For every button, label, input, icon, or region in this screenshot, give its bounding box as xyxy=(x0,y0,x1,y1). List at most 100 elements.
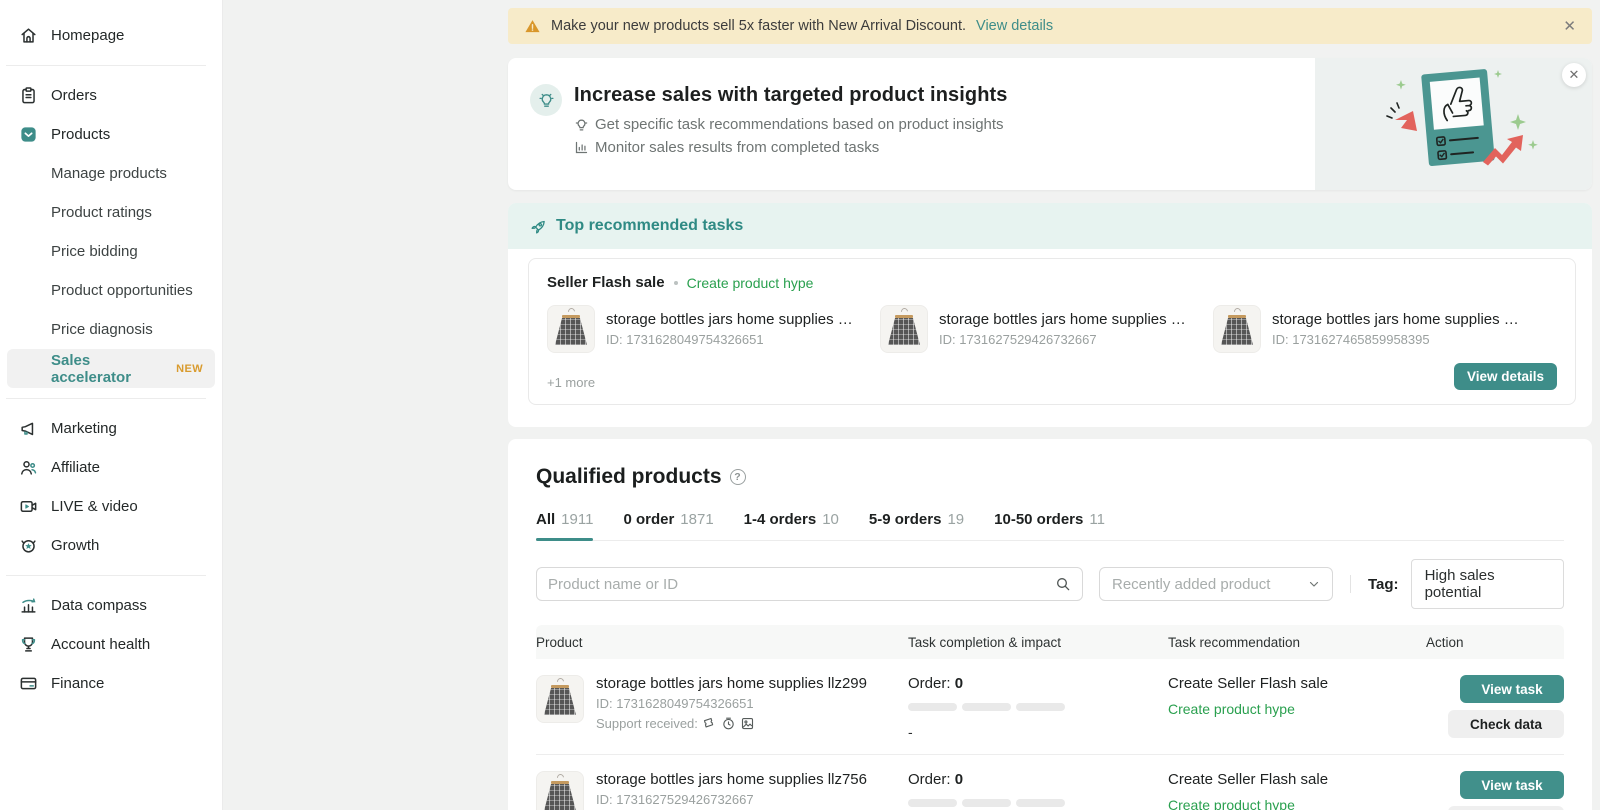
qualified-products-title: Qualified products xyxy=(536,465,722,489)
sidebar-item-product-ratings[interactable]: Product ratings xyxy=(0,193,222,232)
sidebar-item-label: Homepage xyxy=(51,27,124,44)
sidebar-item-label: Data compass xyxy=(51,597,147,614)
order-label: Order: xyxy=(908,771,951,788)
tab-5-9-orders[interactable]: 5-9 orders 19 xyxy=(869,511,964,540)
product-search-box xyxy=(536,567,1083,601)
close-icon[interactable]: ✕ xyxy=(1562,63,1586,87)
product-id: ID: 1731627529426732667 xyxy=(596,792,867,807)
recommendation-secondary-link[interactable]: Create product hype xyxy=(1168,701,1426,717)
banner-view-details-link[interactable]: View details xyxy=(976,18,1053,34)
sidebar-item-manage-products[interactable]: Manage products xyxy=(0,154,222,193)
recommendation-primary: Create Seller Flash sale xyxy=(1168,675,1426,692)
product-thumbnail xyxy=(547,305,595,353)
top-recommended-tasks-section: Top recommended tasks Seller Flash sale … xyxy=(508,203,1592,427)
tab-1-4-orders[interactable]: 1-4 orders 10 xyxy=(744,511,839,540)
sidebar-item-label: Finance xyxy=(51,675,104,692)
sidebar: Homepage Orders Products Manage products… xyxy=(0,0,223,810)
search-icon[interactable] xyxy=(1055,576,1071,592)
task-completion-cell: Order: 0 - xyxy=(908,675,1168,740)
tab-10-50-orders[interactable]: 10-50 orders 11 xyxy=(994,511,1105,540)
image-icon xyxy=(740,716,755,731)
sidebar-item-homepage[interactable]: Homepage xyxy=(0,16,222,55)
sidebar-item-label: Product ratings xyxy=(51,204,152,221)
search-input[interactable] xyxy=(548,576,1055,593)
sidebar-item-products[interactable]: Products xyxy=(0,115,222,154)
recommendation-primary: Create Seller Flash sale xyxy=(1168,771,1426,788)
sidebar-item-account-health[interactable]: Account health xyxy=(0,625,222,664)
product-title: storage bottles jars home supplies ll... xyxy=(1272,311,1522,328)
product-id: ID: 1731627529426732667 xyxy=(939,332,1189,347)
sidebar-item-price-bidding[interactable]: Price bidding xyxy=(0,232,222,271)
sidebar-item-data-compass[interactable]: Data compass xyxy=(0,586,222,625)
sidebar-item-live-video[interactable]: LIVE & video xyxy=(0,487,222,526)
sort-dropdown[interactable]: Recently added product xyxy=(1099,567,1333,601)
sidebar-item-product-opportunities[interactable]: Product opportunities xyxy=(0,271,222,310)
insight-card: ✕ Increase sales with targeted product i… xyxy=(508,58,1592,190)
task-product[interactable]: storage bottles jars home supplies ll...… xyxy=(547,305,880,353)
live-video-icon xyxy=(19,497,38,516)
task-recommendation-cell: Create Seller Flash sale Create product … xyxy=(1168,771,1426,810)
product-thumbnail xyxy=(1213,305,1261,353)
product-title: storage bottles jars home supplies ll... xyxy=(939,311,1189,328)
people-icon xyxy=(19,458,38,477)
sidebar-item-label: Manage products xyxy=(51,165,167,182)
tasks-section-title: Top recommended tasks xyxy=(556,217,743,235)
chart-small-icon xyxy=(574,140,589,155)
close-icon[interactable]: ✕ xyxy=(1563,19,1576,34)
create-product-hype-link[interactable]: Create product hype xyxy=(687,275,814,291)
sidebar-item-label: LIVE & video xyxy=(51,498,138,515)
sidebar-item-label: Products xyxy=(51,126,110,143)
home-icon xyxy=(19,26,38,45)
orders-icon xyxy=(19,86,38,105)
rocket-icon xyxy=(530,218,547,235)
sidebar-item-marketing[interactable]: Marketing xyxy=(0,409,222,448)
recommendation-secondary-link[interactable]: Create product hype xyxy=(1168,797,1426,810)
banner-text: Make your new products sell 5x faster wi… xyxy=(551,18,966,34)
progress-bar xyxy=(908,799,1168,807)
product-title: storage bottles jars home supplies llz75… xyxy=(596,771,867,788)
sidebar-item-affiliate[interactable]: Affiliate xyxy=(0,448,222,487)
task-title: Seller Flash sale xyxy=(547,274,665,291)
tasks-section-header: Top recommended tasks xyxy=(508,203,1592,249)
trophy-icon xyxy=(19,635,38,654)
product-title: storage bottles jars home supplies llz29… xyxy=(596,675,867,692)
dot-separator xyxy=(674,281,678,285)
megaphone-icon xyxy=(19,419,38,438)
question-icon[interactable]: ? xyxy=(730,469,746,485)
sort-selected-value: Recently added product xyxy=(1112,576,1270,593)
sidebar-item-growth[interactable]: Growth xyxy=(0,526,222,565)
sidebar-divider xyxy=(6,398,206,399)
filter-row: Recently added product Tag: High sales p… xyxy=(536,559,1564,609)
tag-filter-chip[interactable]: High sales potential xyxy=(1411,559,1564,609)
tab-0-order[interactable]: 0 order 1871 xyxy=(623,511,713,540)
action-cell: View task Check data xyxy=(1426,771,1564,810)
product-id: ID: 1731628049754326651 xyxy=(606,332,856,347)
deal-clock-icon xyxy=(721,716,736,731)
tab-all[interactable]: All 1911 xyxy=(536,511,593,540)
product-thumbnail xyxy=(880,305,928,353)
sidebar-item-sales-accelerator[interactable]: Sales accelerator NEW xyxy=(7,349,215,388)
table-row: storage bottles jars home supplies llz29… xyxy=(536,659,1564,755)
order-label: Order: xyxy=(908,675,951,692)
sidebar-item-orders[interactable]: Orders xyxy=(0,76,222,115)
qualified-tabs: All 1911 0 order 1871 1-4 orders 10 5-9 … xyxy=(536,511,1564,541)
task-product[interactable]: storage bottles jars home supplies ll...… xyxy=(880,305,1213,353)
credit-card-icon xyxy=(19,674,38,693)
view-task-button[interactable]: View task xyxy=(1460,675,1564,703)
check-data-button[interactable]: Check data xyxy=(1448,710,1564,738)
order-value: 0 xyxy=(955,771,963,788)
bulb-small-icon xyxy=(574,117,589,132)
task-product[interactable]: storage bottles jars home supplies ll...… xyxy=(1213,305,1546,353)
product-cell[interactable]: storage bottles jars home supplies llz75… xyxy=(536,771,908,810)
sidebar-item-label: Growth xyxy=(51,537,99,554)
view-task-button[interactable]: View task xyxy=(1460,771,1564,799)
table-row: storage bottles jars home supplies llz75… xyxy=(536,755,1564,810)
check-data-button[interactable]: Check data xyxy=(1448,806,1564,810)
view-details-button[interactable]: View details xyxy=(1454,363,1557,390)
sidebar-item-price-diagnosis[interactable]: Price diagnosis xyxy=(0,310,222,349)
product-title: storage bottles jars home supplies ll... xyxy=(606,311,856,328)
product-cell[interactable]: storage bottles jars home supplies llz29… xyxy=(536,675,908,740)
qualified-products-card: Qualified products ? All 1911 0 order 18… xyxy=(508,439,1592,810)
action-cell: View task Check data xyxy=(1426,675,1564,740)
sidebar-item-finance[interactable]: Finance xyxy=(0,664,222,703)
